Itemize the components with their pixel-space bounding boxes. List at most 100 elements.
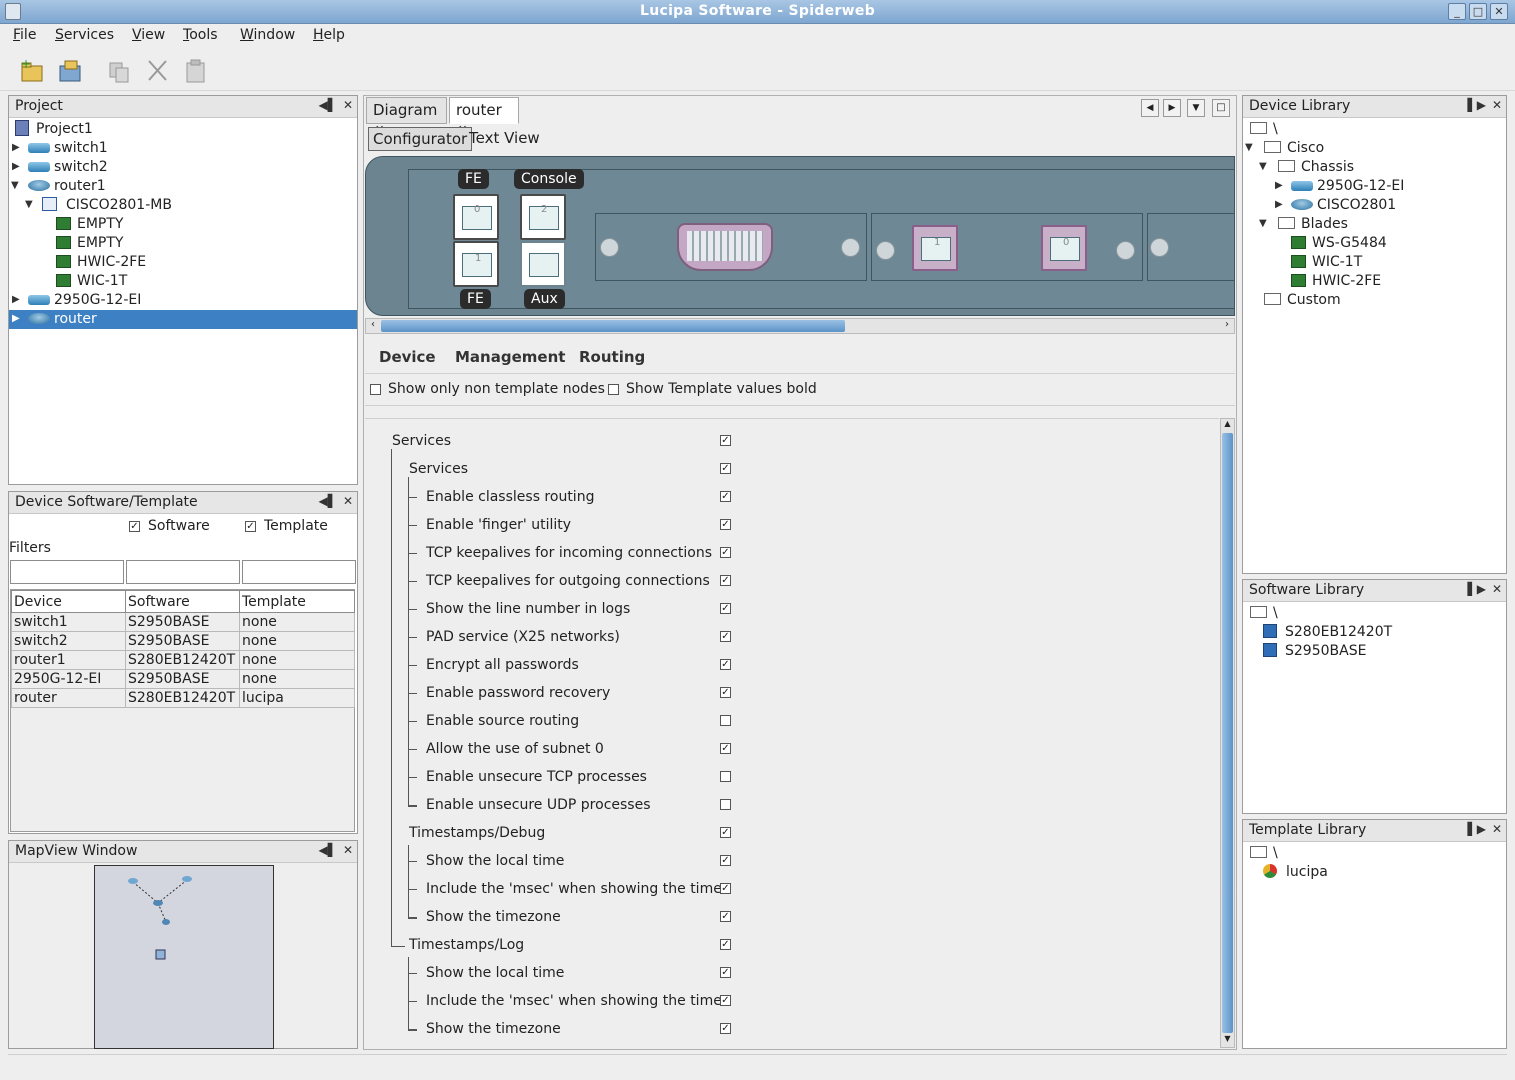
tree-item-cisco2801[interactable]: CISCO2801 (1291, 196, 1396, 215)
config-checkbox[interactable]: ✓ (720, 575, 731, 586)
template-checkbox[interactable]: ✓ (245, 521, 256, 532)
config-checkbox[interactable]: ✓ (720, 939, 731, 950)
config-checkbox[interactable]: ✓ (720, 519, 731, 530)
aux-port[interactable] (520, 241, 566, 287)
table-row[interactable]: router1 S280EB12420T none (11, 650, 355, 670)
config-checkbox[interactable]: ✓ (720, 743, 731, 754)
console-port[interactable]: 2 (520, 194, 566, 240)
software-filter-input[interactable] (126, 560, 240, 584)
tree-item-switch2[interactable]: switch2 (28, 158, 108, 177)
tree-item-empty[interactable]: EMPTY (56, 215, 123, 234)
table-row[interactable]: switch2 S2950BASE none (11, 631, 355, 651)
minimize-panel-icon[interactable]: ▌▶ (1468, 822, 1486, 836)
config-checkbox[interactable]: ✓ (720, 603, 731, 614)
tree-item-cisco[interactable]: Cisco (1264, 139, 1324, 158)
minimize-panel-icon[interactable]: ◀▌ (319, 98, 337, 112)
tree-item-lucipa[interactable]: lucipa (1263, 863, 1328, 882)
template-bold-checkbox[interactable] (608, 384, 619, 395)
scroll-up-icon[interactable]: ▲ (1221, 419, 1234, 432)
tree-item-hwic-2fe[interactable]: HWIC-2FE (1291, 272, 1381, 291)
minimize-panel-icon[interactable]: ▌▶ (1468, 582, 1486, 596)
config-checkbox[interactable] (720, 715, 731, 726)
config-scrollbar[interactable]: ▲ ▼ (1220, 418, 1235, 1048)
config-checkbox[interactable]: ✓ (720, 659, 731, 670)
map-canvas[interactable] (94, 865, 274, 1049)
expand-arrow-icon[interactable]: ▶ (12, 313, 20, 324)
tree-item-cisco2801-mb[interactable]: CISCO2801-MB (42, 196, 172, 215)
tab-device[interactable]: Device (379, 348, 436, 366)
config-checkbox[interactable]: ✓ (720, 967, 731, 978)
tree-item-project1[interactable]: Project1 (15, 120, 93, 139)
tab-scroll-left-icon[interactable]: ◀ (1141, 99, 1159, 117)
config-checkbox[interactable]: ✓ (720, 855, 731, 866)
maximize-icon[interactable]: □ (1469, 3, 1487, 20)
menu-file[interactable]: File (13, 27, 36, 43)
tree-item-s2950base[interactable]: S2950BASE (1263, 642, 1366, 661)
config-checkbox[interactable]: ✓ (720, 463, 731, 474)
config-checkbox[interactable]: ✓ (720, 547, 731, 558)
fe-port-1[interactable]: 1 (453, 241, 499, 287)
menu-services[interactable]: Services (55, 27, 114, 43)
open-project-icon[interactable] (57, 58, 83, 84)
menu-view[interactable]: View (132, 27, 165, 43)
config-checkbox[interactable]: ✓ (720, 687, 731, 698)
paste-icon[interactable] (183, 58, 209, 84)
scroll-down-icon[interactable]: ▼ (1221, 1034, 1234, 1047)
fe-port-0[interactable]: 0 (453, 194, 499, 240)
tab-scroll-right-icon[interactable]: ▶ (1163, 99, 1181, 117)
collapse-arrow-icon[interactable]: ▼ (25, 199, 33, 210)
tree-item-custom[interactable]: Custom (1264, 291, 1341, 310)
tree-item-empty[interactable]: EMPTY (56, 234, 123, 253)
collapse-arrow-icon[interactable]: ▼ (1259, 161, 1267, 172)
config-checkbox[interactable]: ✓ (720, 827, 731, 838)
wic-port-0[interactable]: 0 (1041, 225, 1087, 271)
configurator-button[interactable]: Configurator (368, 127, 473, 151)
table-row[interactable]: router S280EB12420T lucipa (11, 688, 355, 708)
scroll-left-icon[interactable]: ‹ (366, 319, 380, 333)
config-checkbox[interactable]: ✓ (720, 435, 731, 446)
config-checkbox[interactable]: ✓ (720, 631, 731, 642)
close-panel-icon[interactable]: ✕ (343, 98, 353, 112)
tree-item-wic-1t[interactable]: WIC-1T (56, 272, 127, 291)
close-panel-icon[interactable]: ✕ (343, 843, 353, 857)
cut-icon[interactable] (145, 58, 171, 84)
tab-routing[interactable]: Routing (579, 348, 645, 366)
close-panel-icon[interactable]: ✕ (1492, 582, 1502, 596)
tree-item-2950g-12-ei[interactable]: 2950G-12-EI (1291, 177, 1404, 196)
close-panel-icon[interactable]: ✕ (343, 494, 353, 508)
tab-router[interactable]: router ✕ (449, 97, 519, 136)
tree-item-root[interactable]: \ (1250, 120, 1278, 139)
scroll-right-icon[interactable]: › (1220, 319, 1234, 333)
table-row[interactable]: 2950G-12-EI S2950BASE none (11, 669, 355, 689)
minimize-panel-icon[interactable]: ▌▶ (1468, 98, 1486, 112)
software-checkbox[interactable]: ✓ (129, 521, 140, 532)
minimize-panel-icon[interactable]: ◀▌ (319, 494, 337, 508)
menu-tools[interactable]: Tools (183, 27, 218, 43)
minimize-panel-icon[interactable]: ◀▌ (319, 843, 337, 857)
column-template[interactable]: Template (239, 590, 355, 613)
menu-help[interactable]: Help (313, 27, 345, 43)
config-checkbox[interactable]: ✓ (720, 883, 731, 894)
tab-management[interactable]: Management (455, 348, 565, 366)
minimize-icon[interactable]: _ (1448, 3, 1466, 20)
close-panel-icon[interactable]: ✕ (1492, 98, 1502, 112)
close-icon[interactable]: ✕ (1490, 3, 1508, 20)
tree-item-2950g-12-ei[interactable]: 2950G-12-EI (28, 291, 141, 310)
device-filter-input[interactable] (10, 560, 124, 584)
copy-icon[interactable] (107, 58, 133, 84)
serial-port[interactable] (677, 223, 773, 271)
non-template-checkbox[interactable] (370, 384, 381, 395)
scroll-thumb[interactable] (381, 320, 845, 332)
table-row[interactable]: switch1 S2950BASE none (11, 612, 355, 632)
config-checkbox[interactable]: ✓ (720, 995, 731, 1006)
tab-list-icon[interactable]: ▼ (1187, 99, 1205, 117)
expand-arrow-icon[interactable]: ▶ (12, 161, 20, 172)
tree-item-root[interactable]: \ (1250, 604, 1278, 623)
config-checkbox[interactable]: ✓ (720, 1023, 731, 1034)
scroll-thumb[interactable] (1222, 433, 1233, 1033)
tab-diagram[interactable]: Diagram ✕ (366, 97, 447, 136)
expand-arrow-icon[interactable]: ▶ (12, 142, 20, 153)
maximize-editor-icon[interactable]: □ (1212, 99, 1230, 117)
config-checkbox[interactable] (720, 771, 731, 782)
expand-arrow-icon[interactable]: ▶ (1275, 199, 1283, 210)
